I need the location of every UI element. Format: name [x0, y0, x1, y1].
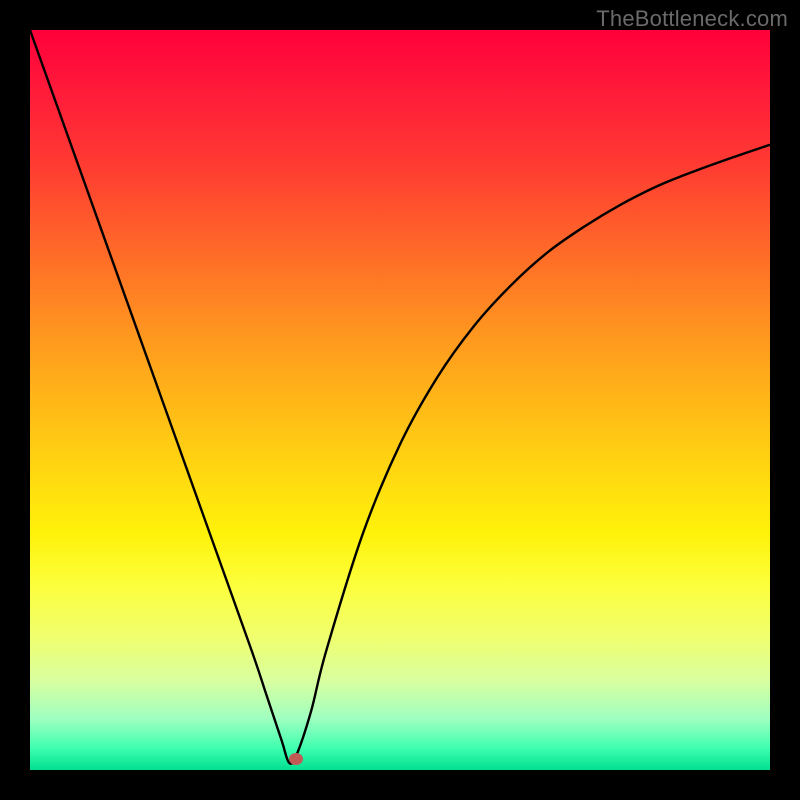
watermark-text: TheBottleneck.com [596, 6, 788, 32]
optimal-point-marker [289, 753, 303, 765]
chart-frame: TheBottleneck.com [0, 0, 800, 800]
bottleneck-curve [30, 30, 770, 770]
curve-path [30, 30, 770, 764]
plot-area [30, 30, 770, 770]
